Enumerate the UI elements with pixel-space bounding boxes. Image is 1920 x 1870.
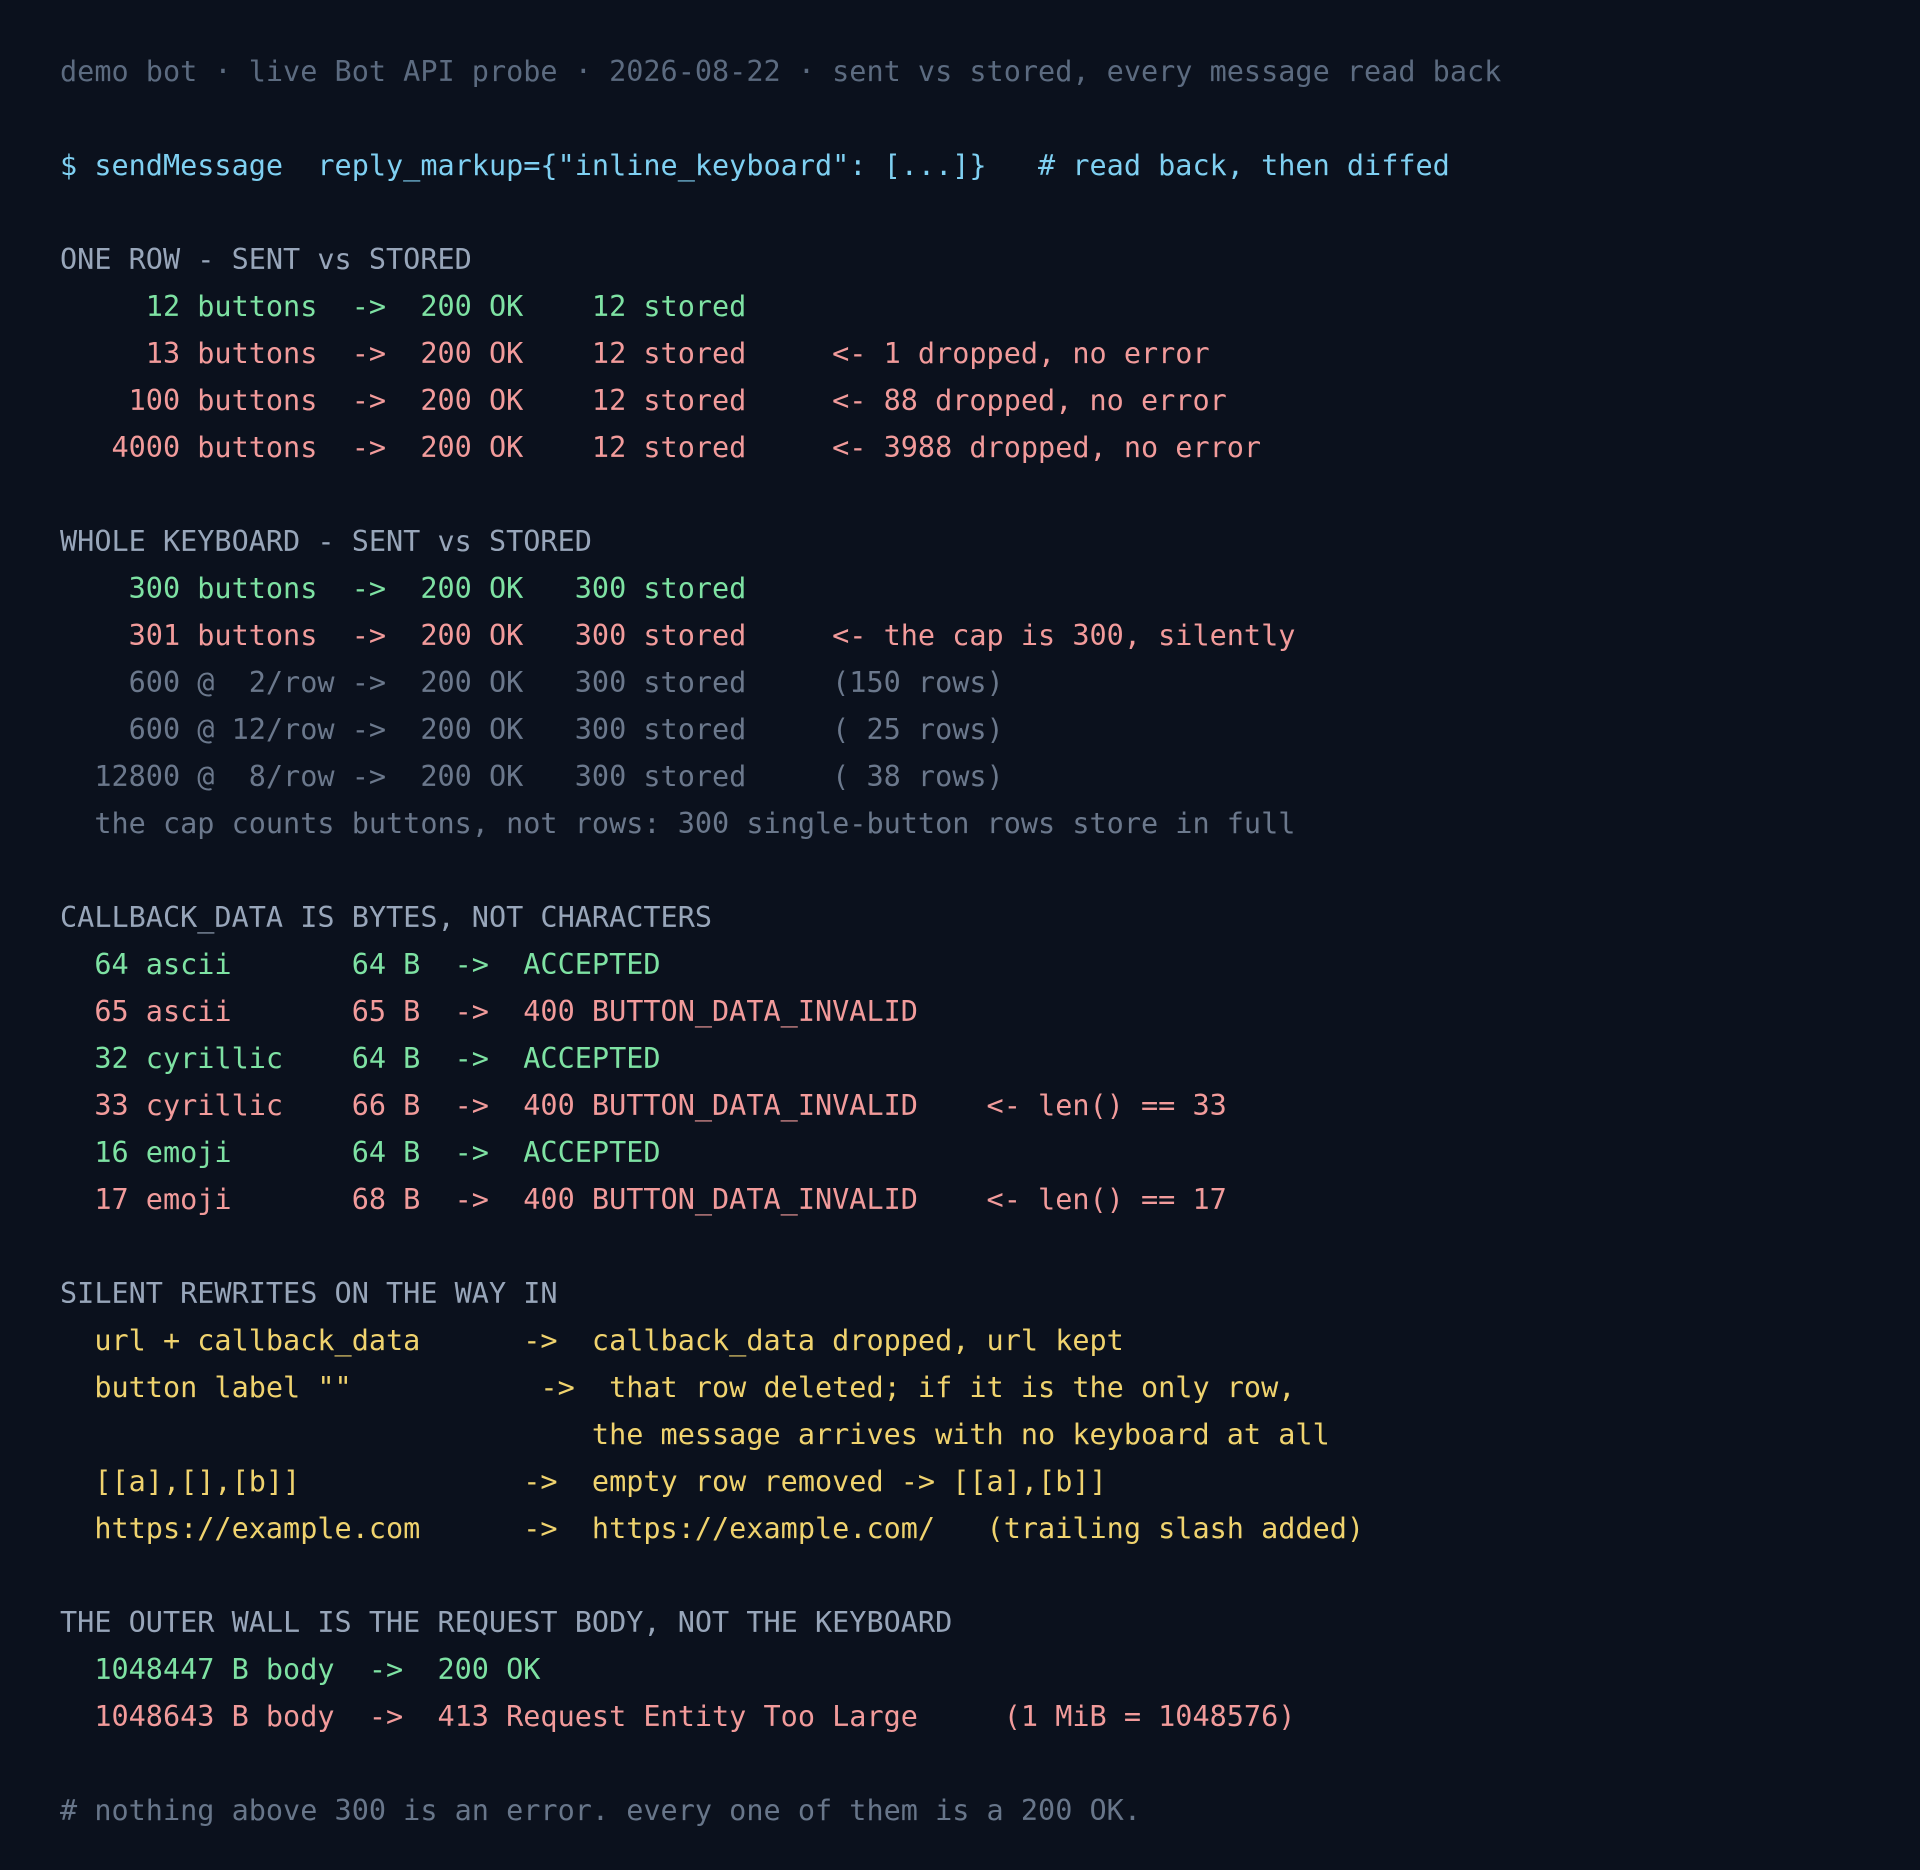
result-line-invalid: 33 cyrillic 66 B -> 400 BUTTON_DATA_INVA… <box>60 1089 1227 1122</box>
command-line: $ sendMessage reply_markup={"inline_keyb… <box>60 149 1450 182</box>
result-line-too-large: 1048643 B body -> 413 Request Entity Too… <box>60 1700 1296 1733</box>
result-line-rows: 600 @ 12/row -> 200 OK 300 stored ( 25 r… <box>60 713 1004 746</box>
cap-note: the cap counts buttons, not rows: 300 si… <box>60 807 1296 840</box>
result-line-dropped: 4000 buttons -> 200 OK 12 stored <- 3988… <box>60 431 1262 464</box>
section-heading-callback-data: CALLBACK_DATA IS BYTES, NOT CHARACTERS <box>60 901 713 934</box>
result-line-rows: 600 @ 2/row -> 200 OK 300 stored (150 ro… <box>60 666 1004 699</box>
rewrite-line-continuation: the message arrives with no keyboard at … <box>60 1418 1330 1451</box>
result-line-dropped: 100 buttons -> 200 OK 12 stored <- 88 dr… <box>60 384 1227 417</box>
probe-title-line: demo bot · live Bot API probe · 2026-08-… <box>60 55 1502 88</box>
result-line-accepted: 64 ascii 64 B -> ACCEPTED <box>60 948 661 981</box>
result-line-dropped: 13 buttons -> 200 OK 12 stored <- 1 drop… <box>60 337 1210 370</box>
result-line-ok: 300 buttons -> 200 OK 300 stored <box>60 572 747 605</box>
section-heading-whole-keyboard: WHOLE KEYBOARD - SENT vs STORED <box>60 525 592 558</box>
section-heading-silent-rewrites: SILENT REWRITES ON THE WAY IN <box>60 1277 558 1310</box>
result-line-capped: 301 buttons -> 200 OK 300 stored <- the … <box>60 619 1296 652</box>
section-heading-outer-wall: THE OUTER WALL IS THE REQUEST BODY, NOT … <box>60 1606 953 1639</box>
result-line-accepted: 16 emoji 64 B -> ACCEPTED <box>60 1136 661 1169</box>
result-line-ok: 12 buttons -> 200 OK 12 stored <box>60 290 747 323</box>
section-heading-one-row: ONE ROW - SENT vs STORED <box>60 243 472 276</box>
result-line-accepted: 32 cyrillic 64 B -> ACCEPTED <box>60 1042 661 1075</box>
rewrite-line: url + callback_data -> callback_data dro… <box>60 1324 1124 1357</box>
footer-comment: # nothing above 300 is an error. every o… <box>60 1794 1141 1827</box>
result-line-rows: 12800 @ 8/row -> 200 OK 300 stored ( 38 … <box>60 760 1004 793</box>
terminal-output: demo bot · live Bot API probe · 2026-08-… <box>60 48 1501 1834</box>
rewrite-line: https://example.com -> https://example.c… <box>60 1512 1365 1545</box>
result-line-invalid: 65 ascii 65 B -> 400 BUTTON_DATA_INVALID <box>60 995 918 1028</box>
result-line-ok: 1048447 B body -> 200 OK <box>60 1653 541 1686</box>
rewrite-line: button label "" -> that row deleted; if … <box>60 1371 1296 1404</box>
result-line-invalid: 17 emoji 68 B -> 400 BUTTON_DATA_INVALID… <box>60 1183 1227 1216</box>
rewrite-line: [[a],[],[b]] -> empty row removed -> [[a… <box>60 1465 1107 1498</box>
